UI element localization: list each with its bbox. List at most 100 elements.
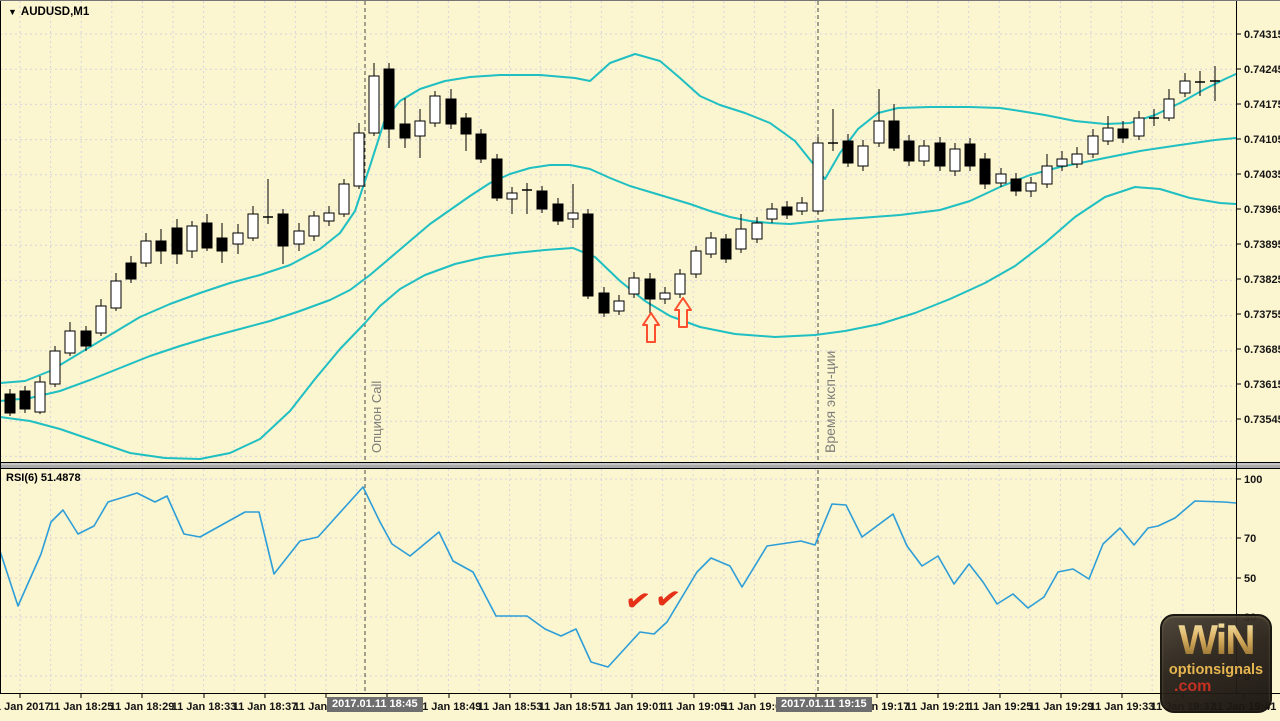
logo-title: WiN bbox=[1162, 620, 1270, 660]
price-chart-canvas[interactable]: ✔✔ 0.74315 0.74245 0.74175 0.74105 0.74035 0.7… bbox=[0, 1, 1280, 721]
candle-body bbox=[1088, 136, 1098, 154]
candle-body bbox=[492, 159, 502, 198]
rsi-level-label: 70 bbox=[1244, 533, 1256, 545]
price-tick-label: 0.73545 bbox=[1244, 414, 1280, 426]
candle-body bbox=[400, 124, 410, 138]
candle-body bbox=[217, 238, 227, 251]
bollinger-lower-band bbox=[0, 187, 1236, 459]
time-tick-label: 11 Jan 19:33 bbox=[1090, 701, 1155, 713]
candle-body bbox=[81, 331, 91, 346]
time-tick-label: 11 Jan 19:01 bbox=[600, 701, 665, 713]
check-icon: ✔ bbox=[622, 582, 653, 621]
time-tick-label: 11 Jan 18:53 bbox=[478, 701, 543, 713]
chevron-down-icon[interactable]: ▼ bbox=[8, 7, 17, 17]
candle-body bbox=[20, 391, 30, 409]
candle-body bbox=[721, 239, 731, 259]
candle-body bbox=[446, 99, 456, 124]
time-tick-label: 11 Jan 18:29 bbox=[110, 701, 175, 713]
candle-body bbox=[874, 121, 884, 143]
candle-body bbox=[889, 121, 899, 148]
time-tick-label: 11 Jan 19:21 bbox=[906, 701, 971, 713]
candle-body bbox=[752, 223, 762, 239]
candle-body bbox=[660, 293, 670, 299]
candle-body bbox=[797, 203, 807, 211]
price-tick-label: 0.74175 bbox=[1244, 99, 1280, 111]
candle-body bbox=[476, 134, 486, 159]
price-tick-label: 0.73965 bbox=[1244, 204, 1280, 216]
time-tick-label: 11 Jan 18:57 bbox=[539, 701, 604, 713]
time-tick-label: 11 Jan 18:25 bbox=[49, 701, 114, 713]
candle-body bbox=[309, 216, 319, 236]
candle-body bbox=[691, 251, 701, 274]
check-icon: ✔ bbox=[652, 580, 683, 619]
rsi-level-label: 50 bbox=[1244, 573, 1256, 585]
candle-body bbox=[369, 76, 379, 133]
price-tick-label: 0.74245 bbox=[1244, 64, 1280, 76]
price-tick-label: 0.73755 bbox=[1244, 309, 1280, 321]
candle-body bbox=[1103, 128, 1113, 141]
candle-body bbox=[1118, 129, 1128, 138]
price-tick-label: 0.74035 bbox=[1244, 169, 1280, 181]
candle-body bbox=[645, 279, 655, 299]
time-tick-label: 11 Jan 19:05 bbox=[662, 701, 727, 713]
candle-body bbox=[537, 191, 547, 209]
time-tick-label: 11 Jan 18:49 bbox=[417, 701, 482, 713]
candle-body bbox=[1026, 183, 1036, 191]
trading-terminal-chart: ✔✔ 0.74315 0.74245 0.74175 0.74105 0.74035 0.7… bbox=[0, 0, 1280, 721]
candle-body bbox=[294, 231, 304, 244]
candle-body bbox=[415, 121, 425, 136]
expiry-time-line-label: Время эксп-ции bbox=[822, 351, 838, 453]
candle-body bbox=[736, 229, 746, 249]
bollinger-upper-band bbox=[0, 54, 1236, 383]
candle-body bbox=[767, 209, 777, 219]
logo-subtitle: optionsignals bbox=[1162, 662, 1270, 678]
candle-body bbox=[568, 213, 578, 219]
candle-body bbox=[904, 141, 914, 161]
candle-body bbox=[430, 96, 440, 123]
buy-arrow-icon bbox=[643, 313, 659, 342]
time-tick-label: 11 Jan 2017 bbox=[0, 701, 51, 713]
candle-body bbox=[248, 214, 258, 238]
candle-body bbox=[339, 184, 349, 214]
candle-body bbox=[614, 301, 624, 311]
candle-body bbox=[553, 204, 563, 221]
candle-body bbox=[843, 141, 853, 163]
candle-body bbox=[1164, 99, 1174, 118]
candle-body bbox=[202, 223, 212, 248]
panel-separator bbox=[0, 462, 1280, 469]
candle-body bbox=[278, 214, 288, 246]
candle-body bbox=[782, 207, 792, 215]
candle-body bbox=[50, 351, 60, 384]
candle-body bbox=[233, 233, 243, 244]
candle-body bbox=[354, 133, 364, 186]
candle-body bbox=[965, 144, 975, 166]
candle-body bbox=[706, 238, 716, 254]
candle-body bbox=[935, 143, 945, 166]
candle-body bbox=[111, 281, 121, 308]
logo-domain: .com bbox=[1162, 678, 1270, 696]
price-tick-label: 0.74105 bbox=[1244, 134, 1280, 146]
option-call-line-label: Опцион Call bbox=[369, 381, 384, 453]
candle-body bbox=[996, 174, 1006, 183]
candle-body bbox=[583, 214, 593, 296]
candle-body bbox=[858, 146, 868, 166]
winoptionsignals-logo: WiN optionsignals .com bbox=[1160, 614, 1272, 713]
price-tick-label: 0.73615 bbox=[1244, 379, 1280, 391]
candle-body bbox=[599, 293, 609, 313]
time-marker-badge-open: 2017.01.11 18:45 bbox=[327, 697, 423, 712]
candle-body bbox=[96, 306, 106, 333]
candle-body bbox=[1042, 166, 1052, 184]
candle-body bbox=[65, 331, 75, 353]
candle-body bbox=[950, 149, 960, 171]
candle-body bbox=[675, 274, 685, 294]
candle-body bbox=[507, 193, 517, 199]
symbol-label[interactable]: ▼AUDUSD,M1 bbox=[8, 6, 89, 18]
price-tick-label: 0.73825 bbox=[1244, 274, 1280, 286]
time-marker-badge-expiry: 2017.01.11 19:15 bbox=[776, 697, 872, 712]
candle-body bbox=[5, 394, 15, 413]
rsi-level-label: 100 bbox=[1244, 474, 1262, 486]
candle-body bbox=[141, 241, 151, 263]
rsi-indicator-label: RSI(6) 51.4878 bbox=[6, 472, 81, 484]
candle-body bbox=[1057, 159, 1067, 166]
price-tick-label: 0.74315 bbox=[1244, 29, 1280, 41]
